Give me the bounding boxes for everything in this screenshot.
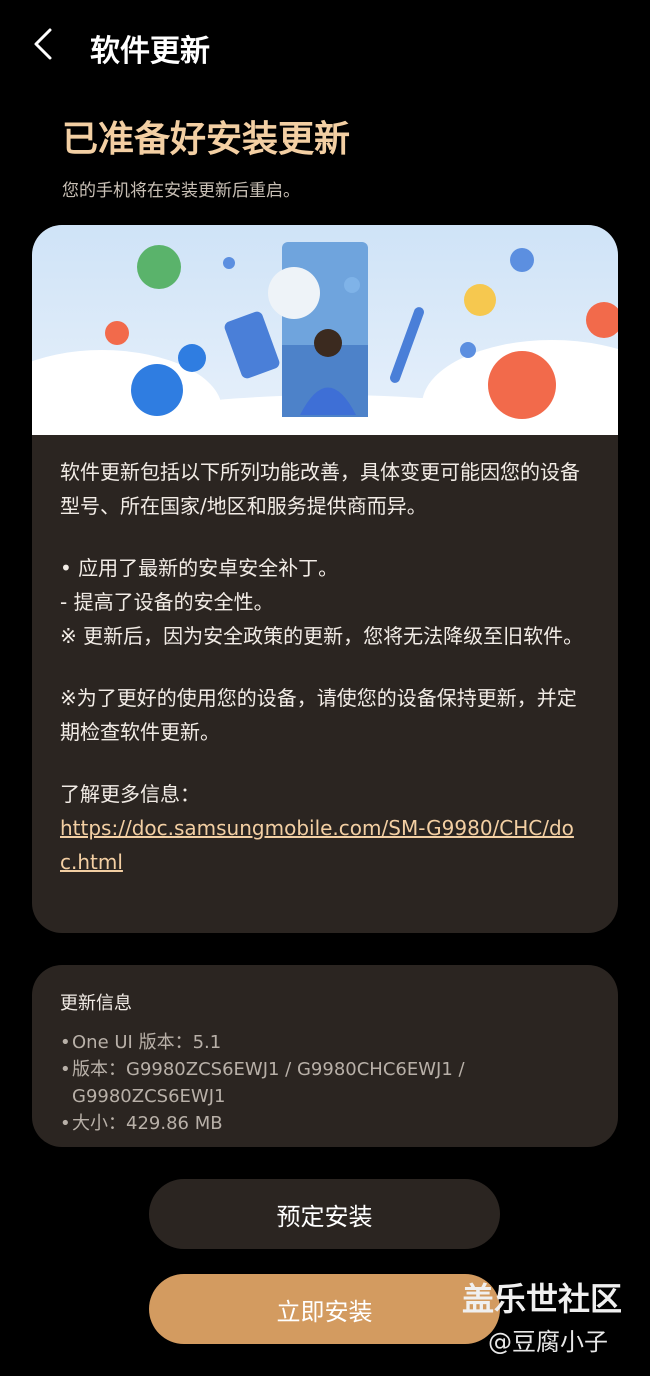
intro-text: 软件更新包括以下所列功能改善，具体变更可能因您的设备型号、所在国家/地区和服务提… <box>60 460 580 518</box>
update-info-list: • One UI 版本：5.1 • 版本：G9980ZCS6EWJ1 / G9980… <box>60 1029 600 1137</box>
keep-updated-note: ※为了更好的使用您的设备，请使您的设备保持更新，并定期检查软件更新。 <box>60 686 577 744</box>
watermark-author: @豆腐小子 <box>488 1328 608 1356</box>
install-now-button[interactable]: 立即安装 <box>149 1274 500 1344</box>
update-details-card[interactable]: 软件更新包括以下所列功能改善，具体变更可能因您的设备型号、所在国家/地区和服务提… <box>32 225 618 933</box>
downgrade-note: ※ 更新后，因为安全政策的更新，您将无法降级至旧软件。 <box>60 624 584 648</box>
top-bar: 软件更新 <box>0 0 650 92</box>
page-title: 软件更新 <box>90 34 210 69</box>
update-description: 软件更新包括以下所列功能改善，具体变更可能因您的设备型号、所在国家/地区和服务提… <box>60 455 590 879</box>
security-patch-subitem: - 提高了设备的安全性。 <box>60 590 274 614</box>
update-ready-heading: 已准备好安装更新 <box>62 119 351 160</box>
update-banner-illustration <box>32 225 618 485</box>
restart-notice: 您的手机将在安装更新后重启。 <box>62 181 300 201</box>
update-size: 大小：429.86 MB <box>72 1113 223 1134</box>
update-info-title: 更新信息 <box>60 993 132 1014</box>
watermark-community: 盖乐世社区 <box>462 1280 623 1318</box>
more-info-link[interactable]: https://doc.samsungmobile.com/SM-G9980/C… <box>60 816 574 874</box>
update-info-card: 更新信息 • One UI 版本：5.1 • 版本：G9980ZCS6EWJ1 / … <box>32 965 618 1147</box>
back-button[interactable] <box>22 22 66 66</box>
build-version: 版本：G9980ZCS6EWJ1 / G9980CHC6EWJ1 / G9980… <box>72 1059 465 1107</box>
chevron-left-icon <box>34 28 52 60</box>
security-patch-item: • 应用了最新的安卓安全补丁。 <box>60 556 339 580</box>
more-info-label: 了解更多信息： <box>60 782 200 806</box>
schedule-install-button[interactable]: 预定安装 <box>149 1179 500 1249</box>
one-ui-version: One UI 版本：5.1 <box>72 1032 222 1053</box>
